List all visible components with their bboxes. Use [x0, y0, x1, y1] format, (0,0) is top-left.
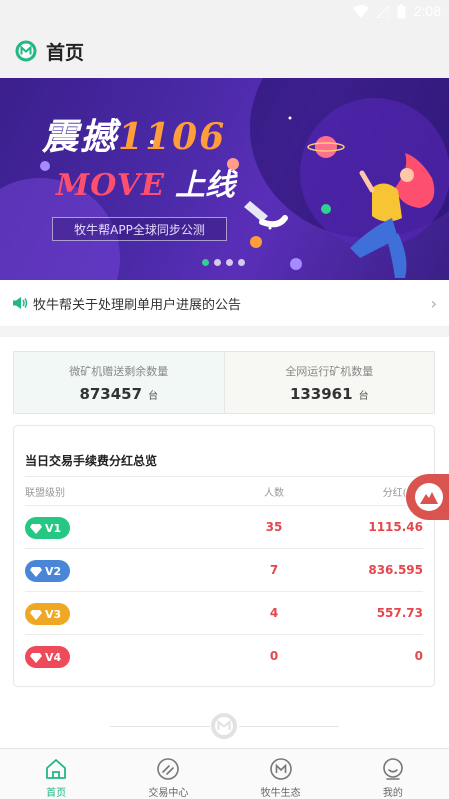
trade-icon — [157, 758, 180, 780]
table-header: 联盟级别 人数 分红(MO — [25, 484, 423, 504]
diamond-icon — [30, 609, 42, 620]
carousel-dot[interactable] — [214, 259, 221, 266]
dividend-card: 当日交易手续费分红总览 联盟级别 人数 分红(MO V1 35 1115.46 … — [13, 425, 435, 687]
stat-value: 133961 台 — [289, 384, 369, 403]
level-badge-v2: V2 — [25, 560, 70, 582]
stats-panel: 微矿机赠送剩余数量 873457 台 全网运行矿机数量 133961 台 — [13, 351, 435, 414]
stat-label: 微矿机赠送剩余数量 — [69, 364, 169, 378]
stat-running-miners: 全网运行矿机数量 133961 台 — [224, 352, 434, 413]
bonus-amount: 1115.46 — [368, 520, 423, 534]
announcement-text: 牧牛帮关于处理刷单用户进展的公告 — [33, 297, 242, 313]
diamond-icon — [30, 566, 42, 577]
carousel-indicator — [202, 259, 245, 266]
chevron-right-icon: › — [430, 293, 437, 313]
tab-trade-center[interactable]: 交易中心 — [112, 749, 224, 799]
tab-label: 牧牛生态 — [260, 788, 301, 799]
table-row: V1 35 1115.46 — [25, 505, 423, 549]
level-badge-v4: V4 — [25, 646, 70, 668]
tab-ecology[interactable]: 牧牛生态 — [225, 749, 337, 799]
divider — [25, 476, 423, 477]
bonus-amount: 0 — [414, 649, 423, 663]
tab-label: 我的 — [382, 788, 403, 799]
banner-subtitle: 牧牛帮APP全球同步公测 — [52, 217, 227, 241]
member-count: 0 — [269, 649, 279, 663]
signal-icon — [376, 4, 389, 18]
carousel-dot[interactable] — [238, 259, 245, 266]
tab-label: 首页 — [46, 788, 67, 799]
brand-watermark-icon — [211, 713, 237, 739]
table-row: V4 0 0 — [25, 634, 423, 678]
member-count: 7 — [269, 563, 279, 577]
dividend-section: 当日交易手续费分红总览 联盟级别 人数 分红(MO V1 35 1115.46 … — [0, 421, 449, 748]
diamond-icon — [30, 523, 42, 534]
column-count: 人数 — [264, 488, 284, 499]
floating-action-button[interactable] — [406, 474, 449, 520]
carousel-dot[interactable] — [226, 259, 233, 266]
bonus-amount: 557.73 — [376, 606, 423, 620]
carousel-dot[interactable] — [202, 259, 209, 266]
promo-banner[interactable]: 震撼1106 MOVE 上线 牧牛帮APP全球同步公测 — [0, 78, 449, 280]
speaker-icon — [13, 297, 28, 309]
level-badge-v3: V3 — [25, 603, 70, 625]
status-time: 2:08 — [413, 3, 441, 19]
level-badge-v1: V1 — [25, 517, 70, 539]
dividend-title: 当日交易手续费分红总览 — [25, 454, 158, 468]
announcement-bar[interactable]: 牧牛帮关于处理刷单用户进展的公告 › — [0, 280, 449, 326]
profile-icon — [383, 758, 403, 780]
bonus-amount: 836.595 — [368, 563, 423, 577]
stats-section: 微矿机赠送剩余数量 873457 台 全网运行矿机数量 133961 台 — [0, 337, 449, 421]
mountain-icon — [415, 483, 443, 511]
table-row: V2 7 836.595 — [25, 548, 423, 592]
column-level: 联盟级别 — [25, 488, 65, 499]
stat-value: 873457 台 — [79, 384, 159, 403]
member-count: 4 — [269, 606, 279, 620]
app-header: 首页 — [0, 24, 449, 78]
battery-icon — [397, 3, 406, 18]
stat-free-miners: 微矿机赠送剩余数量 873457 台 — [14, 352, 225, 413]
divider — [239, 726, 339, 727]
table-row: V3 4 557.73 — [25, 591, 423, 635]
banner-title-line1: 震撼1106 — [42, 116, 227, 158]
tab-home[interactable]: 首页 — [0, 749, 112, 799]
home-icon — [46, 759, 67, 779]
divider — [110, 726, 210, 727]
banner-title-line2: MOVE 上线 — [56, 168, 235, 203]
tab-label: 交易中心 — [148, 788, 189, 799]
page-title: 首页 — [46, 41, 85, 64]
tab-profile[interactable]: 我的 — [337, 749, 449, 799]
member-count: 35 — [265, 520, 283, 534]
wifi-icon — [352, 4, 369, 18]
diamond-icon — [30, 652, 42, 663]
ecology-icon — [269, 758, 292, 780]
footer-brand — [0, 711, 449, 741]
stat-label: 全网运行矿机数量 — [285, 364, 374, 378]
bottom-tab-bar: 首页 交易中心 牧牛生态 我的 — [0, 748, 449, 799]
status-bar: 2:08 — [0, 0, 449, 24]
app-logo-icon — [15, 40, 37, 62]
